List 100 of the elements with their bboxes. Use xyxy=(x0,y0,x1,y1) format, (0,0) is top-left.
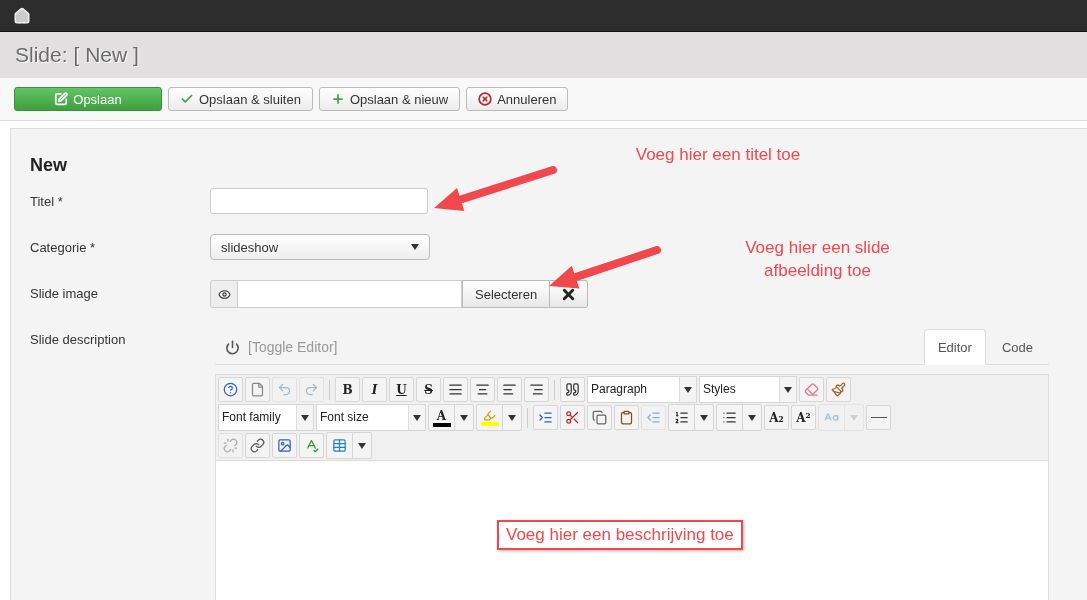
horizontal-rule-icon xyxy=(870,417,887,418)
form-heading: New xyxy=(30,155,67,176)
italic-button[interactable]: I xyxy=(362,377,387,402)
bullet-list-control[interactable] xyxy=(716,404,762,431)
spellcheck-button[interactable] xyxy=(299,433,324,458)
spellcheck-icon xyxy=(304,438,319,453)
dropdown-arrow-icon xyxy=(413,414,421,421)
close-icon xyxy=(478,92,493,106)
image-path-input[interactable] xyxy=(238,280,462,308)
undo-icon xyxy=(277,382,292,397)
preview-button[interactable] xyxy=(210,280,238,308)
highlighter-icon xyxy=(483,409,496,422)
select-button[interactable]: Selecteren xyxy=(462,280,551,308)
brush-button[interactable] xyxy=(826,377,851,402)
indent-icon xyxy=(538,410,553,425)
dropdown-value: Styles xyxy=(702,381,737,398)
cancel-button[interactable]: Annuleren xyxy=(466,87,569,111)
align-left-icon xyxy=(502,382,517,397)
field-label: Slide description xyxy=(30,331,127,349)
dropdown-arrow-icon xyxy=(358,442,366,449)
style-dropdown[interactable]: Font family xyxy=(218,404,314,431)
annotation-text: Voeg hier een slide afbeelding toe xyxy=(744,237,891,282)
help-button[interactable] xyxy=(218,377,243,402)
dropdown-arrow-icon xyxy=(784,386,792,393)
save-new-button[interactable]: Opslaan & nieuw xyxy=(318,87,461,111)
style-dropdown[interactable]: Font size xyxy=(316,404,426,431)
power-icon xyxy=(225,339,240,355)
subscript-button[interactable]: A₂ xyxy=(764,405,789,430)
redo-icon xyxy=(304,382,319,397)
quote-icon xyxy=(565,382,580,397)
editor-tab[interactable]: Code xyxy=(987,329,1047,365)
underline-button[interactable]: U xyxy=(389,377,414,402)
help-icon xyxy=(223,382,238,397)
dropdown-value: Font family xyxy=(221,409,282,426)
strikethrough-button[interactable]: S xyxy=(416,377,441,402)
copy-icon xyxy=(592,410,607,425)
annotation-text: Voeg hier een titel toe xyxy=(634,144,802,166)
table-icon xyxy=(332,438,347,453)
dropdown-arrow-icon xyxy=(684,386,692,393)
bullet-list-icon xyxy=(722,410,737,425)
image-button[interactable] xyxy=(272,433,297,458)
dropdown-value: Paragraph xyxy=(590,381,649,398)
page-title: Slide: xyxy=(15,43,68,67)
scissors-icon xyxy=(565,410,580,425)
category-select[interactable]: slideshow xyxy=(210,234,430,260)
superscript-button[interactable]: A² xyxy=(791,405,816,430)
bold-button[interactable]: B xyxy=(335,377,360,402)
field-label: Categorie * xyxy=(30,239,97,257)
unlink-icon xyxy=(223,438,238,453)
dropdown-arrow-icon xyxy=(460,414,468,421)
font-color-control[interactable]: A xyxy=(428,404,474,431)
scissors-button[interactable] xyxy=(560,405,585,430)
select-value: slideshow xyxy=(221,239,279,255)
dropdown-arrow-icon xyxy=(748,414,756,421)
dropdown-toggle[interactable] xyxy=(679,377,696,402)
align-center-button[interactable] xyxy=(470,377,495,402)
link-button[interactable] xyxy=(245,433,270,458)
quote-button[interactable] xyxy=(560,377,585,402)
align-justify-icon xyxy=(448,382,463,397)
link-icon xyxy=(250,438,265,453)
field-label: Slide image xyxy=(30,285,99,303)
brush-icon xyxy=(831,382,846,397)
style-dropdown[interactable]: Styles xyxy=(699,376,797,403)
dropdown-toggle[interactable] xyxy=(779,377,796,402)
paste-icon xyxy=(619,410,634,425)
highlight-color-control[interactable] xyxy=(476,404,522,431)
document-button[interactable] xyxy=(245,377,270,402)
page-subtitle: [ New ] xyxy=(73,43,139,67)
dropdown-arrow-icon xyxy=(850,414,858,421)
horizontal-rule-button[interactable] xyxy=(866,405,891,430)
check-icon xyxy=(180,92,194,106)
plus-icon xyxy=(330,92,345,106)
dropdown-toggle[interactable] xyxy=(296,405,313,430)
align-right-button[interactable] xyxy=(524,377,549,402)
edit-icon xyxy=(54,92,69,106)
style-dropdown[interactable]: Paragraph xyxy=(587,376,697,403)
dropdown-arrow-icon xyxy=(301,414,309,421)
numbered-list-icon xyxy=(674,410,689,425)
editor-tab[interactable]: Editor xyxy=(923,329,986,365)
align-center-icon xyxy=(475,382,490,397)
align-justify-button[interactable] xyxy=(443,377,468,402)
title-input[interactable] xyxy=(210,188,428,214)
paste-button[interactable] xyxy=(614,405,639,430)
font-color-button[interactable]: A xyxy=(429,405,455,430)
dropdown-value: Font size xyxy=(319,409,370,426)
copy-button[interactable] xyxy=(587,405,612,430)
align-right-icon xyxy=(529,382,544,397)
dropdown-arrow-icon xyxy=(411,244,419,250)
numbered-list-control[interactable] xyxy=(668,404,714,431)
save-close-button[interactable]: Opslaan & sluiten xyxy=(168,87,313,111)
table-control[interactable] xyxy=(326,432,372,459)
field-label: Titel * xyxy=(30,193,64,211)
dropdown-arrow-icon xyxy=(508,414,516,421)
eraser-icon xyxy=(804,382,819,397)
outdent-icon xyxy=(646,410,661,425)
document-icon xyxy=(250,382,265,397)
dropdown-toggle[interactable] xyxy=(408,405,425,430)
home-icon[interactable] xyxy=(13,6,31,25)
align-left-button[interactable] xyxy=(497,377,522,402)
dropdown-arrow-icon xyxy=(700,414,708,421)
